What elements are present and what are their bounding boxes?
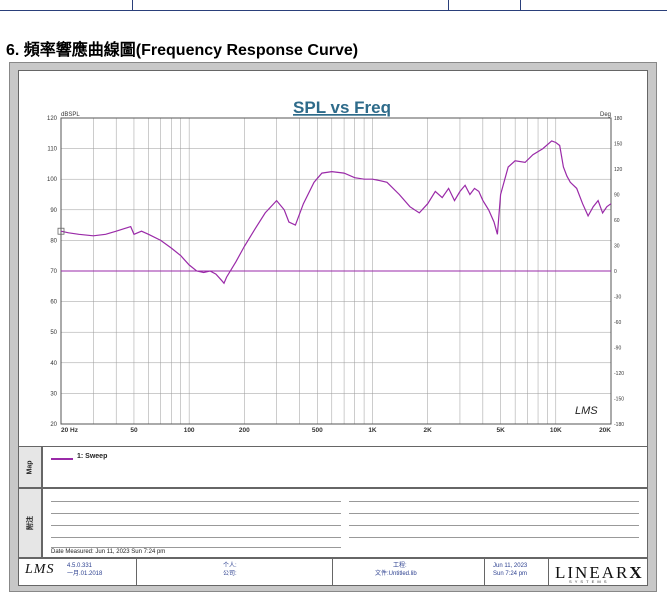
project-cell: 工程: 文件:Untitled.lib [333,559,485,585]
x-tick-label: 200 [239,427,250,434]
legend-swatch [51,458,73,460]
date-measured: Date Measured: Jun 11, 2023 Sun 7:24 pm [51,547,341,555]
x-tick-label: 20K [599,427,611,434]
version-cell: LMS 4.5.0.331 一月.01.2018 [19,559,137,585]
legend-box: 1: Sweep [42,446,648,488]
y-tick-label: 90 [50,208,57,214]
y-tick-label: 30 [50,391,57,397]
person-label: 个人: [223,563,237,569]
y2-tick-label: 60 [614,218,620,224]
y2-tick-label: 150 [614,142,623,148]
y-tick-label: 40 [50,361,57,367]
footer-time: Sun 7:24 pm [493,571,528,577]
y2-tick-label: 120 [614,167,623,173]
footer-date: Jun 11, 2023 [493,563,528,569]
y-tick-label: 20 [50,422,57,428]
brand-cell: LINEARX S Y S T E M S [549,559,647,585]
y-tick-label: 60 [50,300,57,306]
y2-tick-label: -180 [614,422,624,428]
lms-logo-footer: LMS [25,562,55,577]
y-tick-label: 80 [50,238,57,244]
person-cell: 个人: 公司: [137,559,333,585]
y2-tick-label: 180 [614,116,623,122]
brand-subtitle: S Y S T E M S [569,579,608,584]
date-cell: Jun 11, 2023 Sun 7:24 pm [485,559,549,585]
chart-title: SPL vs Freq [293,98,391,117]
x-tick-label: 5K [496,427,505,434]
y2-tick-label: -150 [614,397,624,403]
lms-watermark: LMS [575,405,598,417]
y2-tick-label: 30 [614,244,620,250]
x-tick-label: 500 [312,427,323,434]
y-tick-label: 70 [50,269,57,275]
section-heading: 6. 頻率響應曲線圖(Frequency Response Curve) [6,42,359,59]
y2-axis-label: Deg [600,112,611,118]
y2-tick-label: 90 [614,193,620,199]
y-tick-label: 120 [47,116,58,122]
y-axis-label: dBSPL [61,112,80,118]
footer-bar: LMS 4.5.0.331 一月.01.2018 个人: 公司: 工程: 文件:… [18,558,648,586]
y-tick-label: 110 [47,147,57,153]
x-tick-label: 100 [184,427,195,434]
y2-tick-label: -120 [614,371,624,377]
top-table-border [0,0,667,11]
legend-label: 1: Sweep [77,453,108,460]
x-tick-label: 20 Hz [61,427,79,434]
y2-tick-label: -60 [614,320,621,326]
project-label: 工程: [393,563,407,569]
x-tick-label: 2K [424,427,433,434]
notes-side-label: 附注 [18,488,42,558]
version-date: 一月.01.2018 [67,571,103,577]
file-label: 文件:Untitled.lib [375,571,417,577]
x-tick-label: 50 [130,427,138,434]
y-tick-label: 100 [47,177,58,183]
frequency-response-chart: 20 30 40 50 60 70 80 90 100 110 120 -180 -150 -120 -90… [47,98,624,434]
x-tick-label: 1K [368,427,377,434]
company-label: 公司: [223,571,237,577]
y2-tick-label: -90 [614,346,621,352]
map-side-label: Map [18,446,42,488]
x-tick-label: 10K [550,427,562,434]
version-number: 4.5.0.331 [67,563,93,569]
y-tick-label: 50 [50,330,57,336]
y2-tick-label: -30 [614,295,621,301]
notes-box: Date Measured: Jun 11, 2023 Sun 7:24 pm [42,488,648,558]
y2-tick-label: 0 [614,269,617,275]
